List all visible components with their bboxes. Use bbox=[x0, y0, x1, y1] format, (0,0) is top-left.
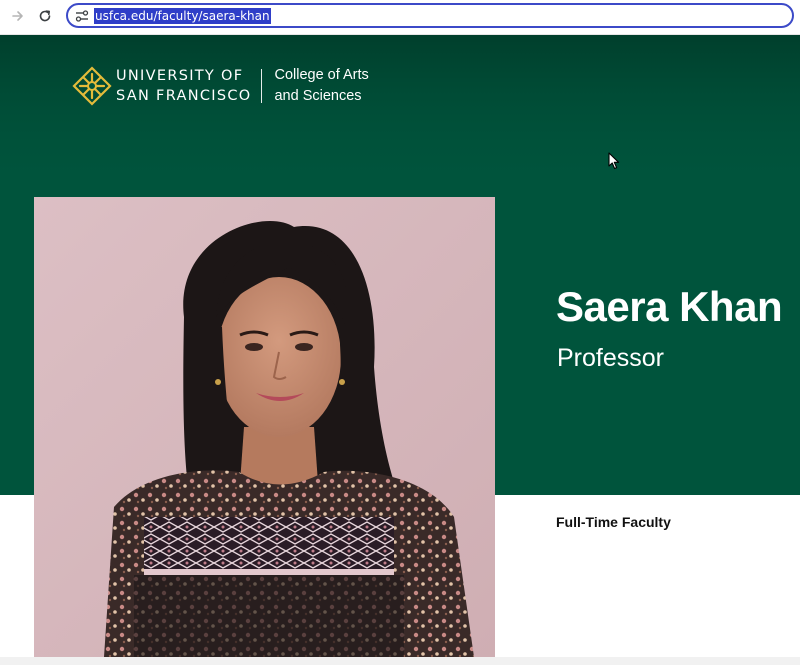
university-wordmark: UNIVERSITY OF SAN FRANCISCO bbox=[116, 66, 251, 106]
site-settings-icon[interactable] bbox=[74, 8, 90, 24]
address-bar[interactable]: usfca.edu/faculty/saera-khan bbox=[66, 3, 794, 28]
page-bottom-edge bbox=[0, 657, 800, 665]
university-logo[interactable]: UNIVERSITY OF SAN FRANCISCO College of A… bbox=[72, 65, 369, 107]
college-line-2: and Sciences bbox=[274, 88, 362, 104]
college-name: College of Arts and Sciences bbox=[274, 65, 368, 107]
portrait-illustration bbox=[34, 197, 495, 657]
logo-line-2: SAN FRANCISCO bbox=[116, 88, 252, 104]
faculty-name: Saera Khan bbox=[556, 283, 783, 330]
reload-icon bbox=[39, 10, 51, 22]
logo-line-1: UNIVERSITY OF bbox=[116, 68, 244, 84]
url-text[interactable]: usfca.edu/faculty/saera-khan bbox=[94, 8, 271, 24]
logo-divider bbox=[261, 69, 263, 103]
faculty-title: Professor bbox=[557, 344, 664, 372]
reload-button[interactable] bbox=[34, 5, 56, 27]
faculty-category: Full-Time Faculty bbox=[556, 514, 671, 530]
forward-button[interactable] bbox=[7, 5, 29, 27]
arrow-right-icon bbox=[12, 11, 23, 21]
faculty-photo bbox=[34, 197, 495, 657]
browser-toolbar: usfca.edu/faculty/saera-khan bbox=[0, 0, 800, 35]
mouse-cursor-icon bbox=[608, 152, 620, 170]
college-line-1: College of Arts bbox=[274, 67, 369, 83]
usf-emblem-icon bbox=[72, 66, 112, 106]
